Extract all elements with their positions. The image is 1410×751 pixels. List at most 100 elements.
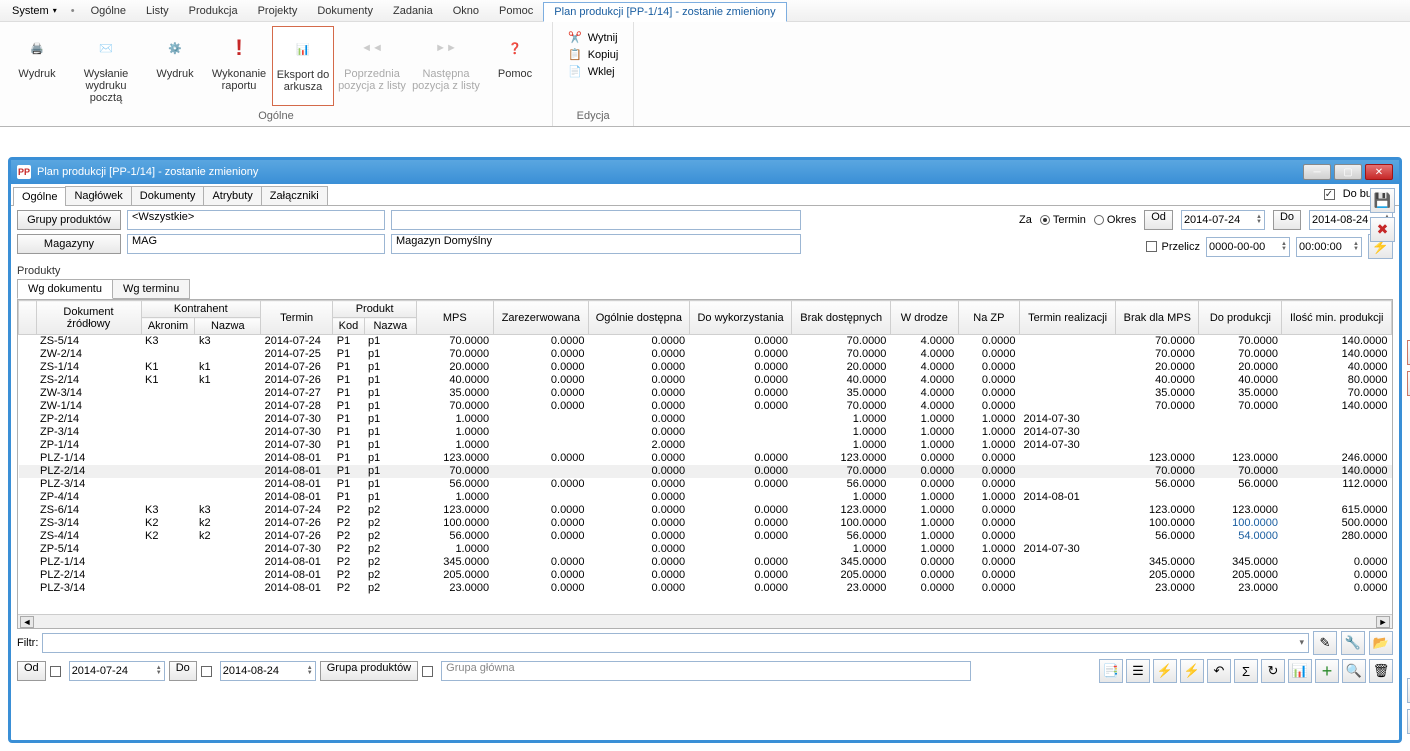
col-brakmps[interactable]: Brak dla MPS — [1116, 301, 1199, 335]
od-button[interactable]: Od — [1144, 210, 1173, 230]
filter-open[interactable]: 📂 — [1369, 631, 1393, 655]
table-row[interactable]: ZP-1/142014-07-30P1p11.00002.00001.00001… — [19, 439, 1392, 452]
menu-okno[interactable]: Okno — [443, 2, 489, 20]
table-row[interactable]: ZW-1/142014-07-28P1p170.00000.00000.0000… — [19, 400, 1392, 413]
radio-termin[interactable]: Termin — [1040, 214, 1086, 226]
grupy-extra-input[interactable] — [391, 210, 801, 230]
tool-2[interactable]: ☰ — [1126, 659, 1150, 683]
tool-4[interactable]: ⚡ — [1180, 659, 1204, 683]
scroll-left[interactable]: ◄ — [20, 616, 34, 628]
bottom-od-check[interactable] — [50, 666, 61, 677]
col-mps[interactable]: MPS — [417, 301, 494, 335]
table-row[interactable]: ZS-4/14K2k22014-07-26P2p256.00000.00000.… — [19, 530, 1392, 543]
grupy-produktow-button[interactable]: Grupy produktów — [17, 210, 121, 230]
ribbon-wytnij[interactable]: ✂️Wytnij — [567, 30, 619, 45]
col-brak[interactable]: Brak dostępnych — [792, 301, 890, 335]
table-row[interactable]: ZP-3/142014-07-30P1p11.00000.00001.00001… — [19, 426, 1392, 439]
menu-zadania[interactable]: Zadania — [383, 2, 443, 20]
tool-8[interactable]: 📊 — [1288, 659, 1312, 683]
maximize-button[interactable]: ▢ — [1334, 164, 1362, 180]
table-row[interactable]: ZP-2/142014-07-30P1p11.00000.00001.00001… — [19, 413, 1392, 426]
col-doprod[interactable]: Do produkcji — [1199, 301, 1282, 335]
tool-add[interactable]: + — [1315, 659, 1339, 683]
table-row[interactable]: PLZ-2/142014-08-01P1p170.00000.00000.000… — [19, 465, 1392, 478]
h-scrollbar[interactable]: ◄ ► — [18, 614, 1392, 628]
col-kontrahent[interactable]: Kontrahent — [141, 301, 261, 318]
tool-7[interactable]: ↻ — [1261, 659, 1285, 683]
grupa-button[interactable]: Grupa produktów — [320, 661, 418, 681]
ribbon-wklej[interactable]: 📄Wklej — [567, 64, 619, 79]
tool-5[interactable]: ↶ — [1207, 659, 1231, 683]
magazyn-name-input[interactable]: Magazyn Domyślny — [391, 234, 801, 254]
radio-okres[interactable]: Okres — [1094, 214, 1136, 226]
col-nazp[interactable]: Na ZP — [958, 301, 1019, 335]
col-nazwa2[interactable]: Nazwa — [364, 318, 417, 335]
table-row[interactable]: ZW-2/142014-07-25P1p170.00000.00000.0000… — [19, 348, 1392, 361]
table-row[interactable]: ZS-5/14K3k32014-07-24P1p170.00000.00000.… — [19, 335, 1392, 348]
col-ogolnie[interactable]: Ogólnie dostępna — [589, 301, 690, 335]
grupa-input[interactable]: Grupa główna — [441, 661, 971, 681]
table-row[interactable]: ZS-2/14K1k12014-07-26P1p140.00000.00000.… — [19, 374, 1392, 387]
table-row[interactable]: PLZ-1/142014-08-01P2p2345.00000.00000.00… — [19, 556, 1392, 569]
tool-6[interactable]: Σ — [1234, 659, 1258, 683]
table-row[interactable]: PLZ-2/142014-08-01P2p2205.00000.00000.00… — [19, 569, 1392, 582]
bottom-do-button[interactable]: Do — [169, 661, 197, 681]
przelicz-check[interactable]: Przelicz — [1146, 241, 1200, 253]
ribbon-wydruk2[interactable]: ⚙️Wydruk — [144, 26, 206, 106]
filtr-input[interactable] — [42, 633, 1309, 653]
filter-clear[interactable]: 🔧 — [1341, 631, 1365, 655]
ribbon-pomoc[interactable]: ❓Pomoc — [484, 26, 546, 106]
save-button[interactable]: 💾 — [1370, 188, 1395, 213]
system-menu[interactable]: System ▾ — [4, 2, 65, 20]
table-row[interactable]: ZW-3/142014-07-27P1p135.00000.00000.0000… — [19, 387, 1392, 400]
tool-delete[interactable]: 🗑 — [1369, 659, 1393, 683]
minimize-button[interactable]: ─ — [1303, 164, 1331, 180]
tool-3[interactable]: ⚡ — [1153, 659, 1177, 683]
menu-produkcja[interactable]: Produkcja — [179, 2, 248, 20]
bottom-date-od[interactable]: 2014-07-24▲▼ — [69, 661, 165, 681]
col-zarez[interactable]: Zarezerwowana — [493, 301, 588, 335]
ribbon-kopiuj[interactable]: 📋Kopiuj — [567, 47, 619, 62]
tab-dokumenty[interactable]: Dokumenty — [131, 186, 205, 205]
ribbon-eksport[interactable]: 📊Eksport do arkusza — [272, 26, 334, 106]
menu-active-doc[interactable]: Plan produkcji [PP-1/14] - zostanie zmie… — [543, 2, 786, 22]
bottom-date-do[interactable]: 2014-08-24▲▼ — [220, 661, 316, 681]
ribbon-wyslanie[interactable]: ✉️Wysłanie wydruku pocztą — [70, 26, 142, 106]
grupa-check[interactable] — [422, 666, 433, 677]
grupy-input[interactable]: <Wszystkie> — [127, 210, 385, 230]
col-nazwa[interactable]: Nazwa — [195, 318, 261, 335]
tab-atrybuty[interactable]: Atrybuty — [203, 186, 261, 205]
table-row[interactable]: ZS-1/14K1k12014-07-26P1p120.00000.00000.… — [19, 361, 1392, 374]
magazyny-input[interactable]: MAG — [127, 234, 385, 254]
cancel-button[interactable]: ✖ — [1370, 217, 1395, 242]
scroll-right[interactable]: ► — [1376, 616, 1390, 628]
tab-zalaczniki[interactable]: Załączniki — [261, 186, 328, 205]
tool-1[interactable]: 📑 — [1099, 659, 1123, 683]
col-kod[interactable]: Kod — [333, 318, 364, 335]
menu-projekty[interactable]: Projekty — [248, 2, 308, 20]
do-button[interactable]: Do — [1273, 210, 1301, 230]
table-row[interactable]: ZP-5/142014-07-30P2p21.00000.00001.00001… — [19, 543, 1392, 556]
menu-listy[interactable]: Listy — [136, 2, 179, 20]
col-dok[interactable]: Dokument źródłowy — [36, 301, 141, 335]
table-row[interactable]: ZS-3/14K2k22014-07-26P2p2100.00000.00000… — [19, 517, 1392, 530]
close-button[interactable]: ✕ — [1365, 164, 1393, 180]
bottom-od-button[interactable]: Od — [17, 661, 46, 681]
tab-ogolne[interactable]: Ogólne — [13, 187, 66, 206]
col-wdrodze[interactable]: W drodze — [890, 301, 958, 335]
tab-naglowek[interactable]: Nagłówek — [65, 186, 131, 205]
col-akronim[interactable]: Akronim — [141, 318, 195, 335]
table-row[interactable]: PLZ-3/142014-08-01P2p223.00000.00000.000… — [19, 582, 1392, 595]
bottom-do-check[interactable] — [201, 666, 212, 677]
ribbon-wykonanie[interactable]: !Wykonanie raportu — [208, 26, 270, 106]
menu-dokumenty[interactable]: Dokumenty — [307, 2, 383, 20]
table-row[interactable]: ZP-4/142014-08-01P1p11.00000.00001.00001… — [19, 491, 1392, 504]
date-od-input[interactable]: 2014-07-24▲▼ — [1181, 210, 1265, 230]
ribbon-wydruk[interactable]: 🖨️Wydruk — [6, 26, 68, 106]
col-terminr[interactable]: Termin realizacji — [1019, 301, 1115, 335]
col-iloscmin[interactable]: Ilość min. produkcji — [1282, 301, 1392, 335]
col-produkt[interactable]: Produkt — [333, 301, 417, 318]
subtab-wg-dokumentu[interactable]: Wg dokumentu — [17, 279, 113, 299]
filter-apply[interactable]: ✎ — [1313, 631, 1337, 655]
menu-pomoc[interactable]: Pomoc — [489, 2, 543, 20]
